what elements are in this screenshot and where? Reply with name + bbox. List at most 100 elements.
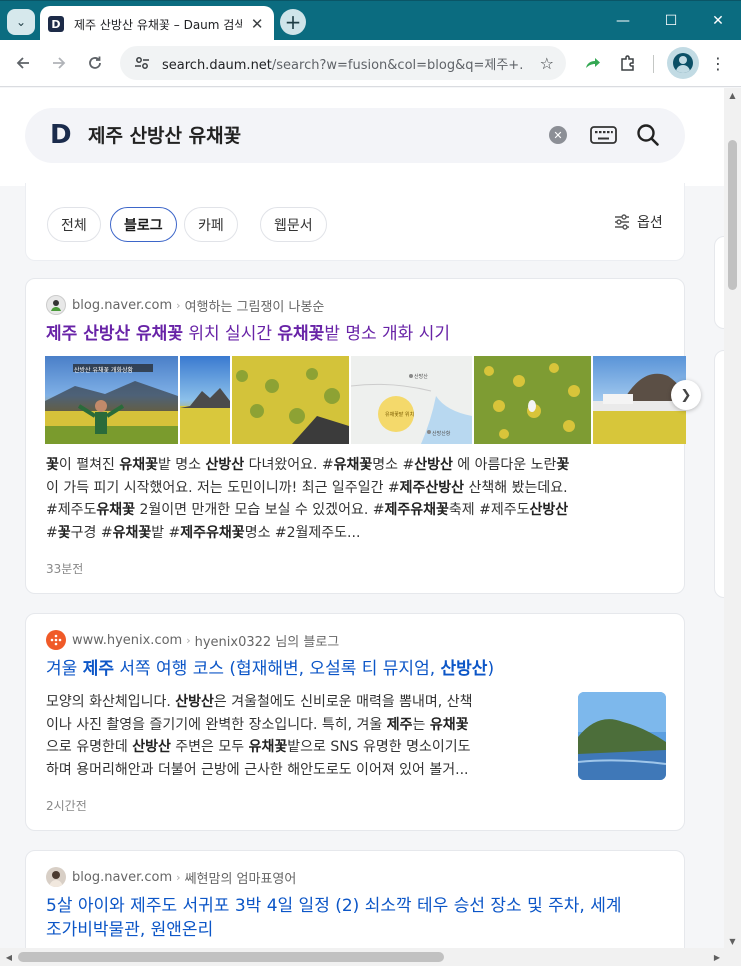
page-viewport: D 제주 산방산 유채꽃 ✕ 전체 블로그 카페 웹문서 옵션 blog.nav xyxy=(0,88,724,948)
filter-bar: 전체 블로그 카페 웹문서 옵션 xyxy=(25,183,685,261)
blog-avatar-icon xyxy=(46,295,66,315)
result-source[interactable]: blog.naver.com › 쎄현맘의 엄마표영어 xyxy=(46,867,296,887)
side-panel-edge xyxy=(714,236,724,329)
tab-blog[interactable]: 블로그 xyxy=(110,207,177,242)
highlighted-keyword: 유채꽃 xyxy=(119,457,158,473)
browser-title-bar: ⌄ D 제주 산방산 유채꽃 – Daum 검색 ✕ + — ☐ ✕ xyxy=(0,0,741,42)
url-text: search.daum.net/search?w=fusion&col=blog… xyxy=(162,54,522,73)
scroll-left-icon[interactable]: ◀ xyxy=(2,948,16,966)
highlighted-keyword: 산방산 xyxy=(414,457,453,473)
result-title[interactable]: 겨울 제주 서쪽 여행 코스 (협재해변, 오설록 티 뮤지엄, 산방산) xyxy=(46,657,494,681)
active-tab[interactable]: D 제주 산방산 유채꽃 – Daum 검색 ✕ xyxy=(40,6,274,42)
highlighted-keyword: 산방산 xyxy=(440,659,488,679)
text-segment: 다녀왔어요. # xyxy=(244,457,334,473)
text-segment: ) xyxy=(487,659,495,679)
minimize-icon[interactable]: — xyxy=(600,7,646,35)
thumbnail-image[interactable] xyxy=(180,356,230,444)
highlighted-keyword: 유채꽃 xyxy=(112,524,152,541)
horizontal-scrollbar[interactable]: ◀ ▶ xyxy=(0,948,741,966)
highlighted-keyword: 유채꽃 xyxy=(277,324,325,344)
scroll-right-icon[interactable]: ▶ xyxy=(710,948,724,966)
profile-icon[interactable] xyxy=(667,47,699,79)
highlighted-keyword: 산방산 xyxy=(175,694,214,710)
tab-web-documents[interactable]: 웹문서 xyxy=(260,207,327,242)
result-source[interactable]: www.hyenix.com › hyenix0322 님의 블로그 xyxy=(46,630,339,650)
chevron-right-icon: › xyxy=(186,633,191,647)
bookmark-star-icon[interactable]: ☆ xyxy=(540,54,554,73)
text-segment: 겨울 xyxy=(46,659,83,679)
highlighted-keyword: 제주유채꽃 xyxy=(384,502,449,518)
search-icon[interactable] xyxy=(635,122,661,148)
result-snippet: 모양의 화산체입니다. 산방산은 겨울철에도 신비로운 매력을 뽐내며, 산책 … xyxy=(46,691,566,781)
source-host: blog.naver.com xyxy=(72,297,173,313)
text-segment: 모양의 화산체입니다. xyxy=(46,694,176,710)
search-box[interactable]: D 제주 산방산 유채꽃 ✕ xyxy=(25,108,685,163)
highlighted-keyword: 꽃 xyxy=(556,457,570,473)
vertical-scroll-thumb[interactable] xyxy=(728,140,737,290)
clear-icon[interactable]: ✕ xyxy=(549,126,567,144)
map-label: 유채꽃밭 위치 xyxy=(385,412,415,418)
new-tab-icon[interactable]: + xyxy=(280,9,306,35)
text-segment: # xyxy=(46,524,58,541)
text-segment: 는 xyxy=(412,716,430,733)
result-snippet: 꽃이 펼쳐진 유채꽃밭 명소 산방산 다녀왔어요. #유채꽃명소 #산방산 에 … xyxy=(46,454,569,544)
tab-list-icon[interactable]: ⌄ xyxy=(7,9,35,35)
text-segment: 위치 실시간 xyxy=(182,324,278,344)
result-title[interactable]: 제주 산방산 유채꽃 위치 실시간 유채꽃밭 명소 개화 시기 xyxy=(46,322,450,346)
carousel-next-button[interactable]: ❯ xyxy=(671,380,701,410)
text-segment: 밭 # xyxy=(151,524,181,541)
site-settings-icon[interactable] xyxy=(132,53,152,73)
text-segment: 주변은 모두 xyxy=(170,739,249,755)
snippet-line: #제주도유채꽃 2월이면 만개한 모습 보실 수 있겠어요. #제주유채꽃축제 … xyxy=(46,499,569,522)
tab-cafe[interactable]: 카페 xyxy=(184,207,238,242)
more-menu-icon[interactable]: ⋮ xyxy=(705,50,731,76)
snippet-line: #꽃구경 #유채꽃밭 #제주유채꽃명소 #2월제주도... xyxy=(46,522,569,545)
tab-title: 제주 산방산 유채꽃 – Daum 검색 xyxy=(74,17,243,32)
vertical-scrollbar[interactable]: ▲ ▼ xyxy=(724,88,741,948)
highlighted-keyword: 제주 xyxy=(386,716,413,733)
close-icon[interactable]: ✕ xyxy=(248,15,266,33)
extensions-icon[interactable] xyxy=(615,50,641,76)
text-segment: 축제 #제주도 xyxy=(448,502,530,518)
text-segment: 은 겨울철에도 신비로운 매력을 뽐내며, 산책 xyxy=(213,694,473,710)
side-panel-edge xyxy=(714,350,724,598)
maximize-icon[interactable]: ☐ xyxy=(648,7,694,35)
back-icon[interactable] xyxy=(9,49,37,77)
thumbnail-image[interactable]: 산방산 유채꽃 개화상황 xyxy=(45,356,178,444)
title-line: 조가비박물관, 원앤온리 xyxy=(46,920,214,940)
forward-icon[interactable] xyxy=(45,49,73,77)
highlighted-keyword: 유채꽃 xyxy=(333,457,373,473)
horizontal-scroll-thumb[interactable] xyxy=(18,952,444,962)
source-author: 여행하는 그림쟁이 나봉순 xyxy=(184,299,325,315)
source-host: blog.naver.com xyxy=(72,869,173,885)
map-thumbnail[interactable]: 유채꽃밭 위치 산방산 산방산항 xyxy=(351,356,472,444)
options-button[interactable]: 옵션 xyxy=(613,212,663,232)
avatar xyxy=(673,53,693,73)
search-input[interactable]: 제주 산방산 유채꽃 xyxy=(88,123,241,149)
text-segment: 2월이면 만개한 모습 보실 수 있겠어요. # xyxy=(135,502,385,518)
title-part: 겨울 제주 서쪽 여행 코스 (협재해변, 오설록 티 뮤지엄, 산방산) xyxy=(46,659,494,679)
text-segment: 하며 용머리해안과 더불어 근방에 근사한 해안도로도 이어져 있어 볼거... xyxy=(46,761,469,778)
tab-all[interactable]: 전체 xyxy=(47,207,101,242)
share-icon[interactable] xyxy=(579,50,605,76)
scroll-up-icon[interactable]: ▲ xyxy=(724,88,741,102)
thumbnail-image[interactable] xyxy=(232,356,349,444)
result-title[interactable]: 5살 아이와 제주도 서귀포 3박 4일 일정 (2) 쇠소깍 테우 승선 장소… xyxy=(46,894,622,942)
scroll-down-icon[interactable]: ▼ xyxy=(724,934,741,948)
daum-logo[interactable]: D xyxy=(50,122,74,148)
thumbnail-image[interactable] xyxy=(474,356,591,444)
highlighted-keyword: 제주 xyxy=(82,659,114,679)
reload-icon[interactable] xyxy=(81,49,109,77)
keyboard-icon[interactable] xyxy=(590,125,617,145)
text-segment: 산책해 봤는데요. xyxy=(464,479,568,496)
snippet-line: 이나 사진 촬영을 즐기기에 완벽한 장소입니다. 특히, 겨울 제주는 유채꽃 xyxy=(46,714,566,737)
close-window-icon[interactable]: ✕ xyxy=(695,7,741,35)
search-header: D 제주 산방산 유채꽃 ✕ xyxy=(0,88,724,186)
result-time: 33분전 xyxy=(46,562,84,576)
address-bar[interactable]: search.daum.net/search?w=fusion&col=blog… xyxy=(120,46,566,80)
text-segment: 밭으로 SNS 유명한 명소이기도 xyxy=(287,739,471,755)
result-source[interactable]: blog.naver.com › 여행하는 그림쟁이 나봉순 xyxy=(46,295,324,315)
title-line: 5살 아이와 제주도 서귀포 3박 4일 일정 (2) 쇠소깍 테우 승선 장소… xyxy=(46,896,622,916)
result-thumbnail[interactable] xyxy=(578,692,666,780)
source-host: www.hyenix.com xyxy=(72,632,183,648)
